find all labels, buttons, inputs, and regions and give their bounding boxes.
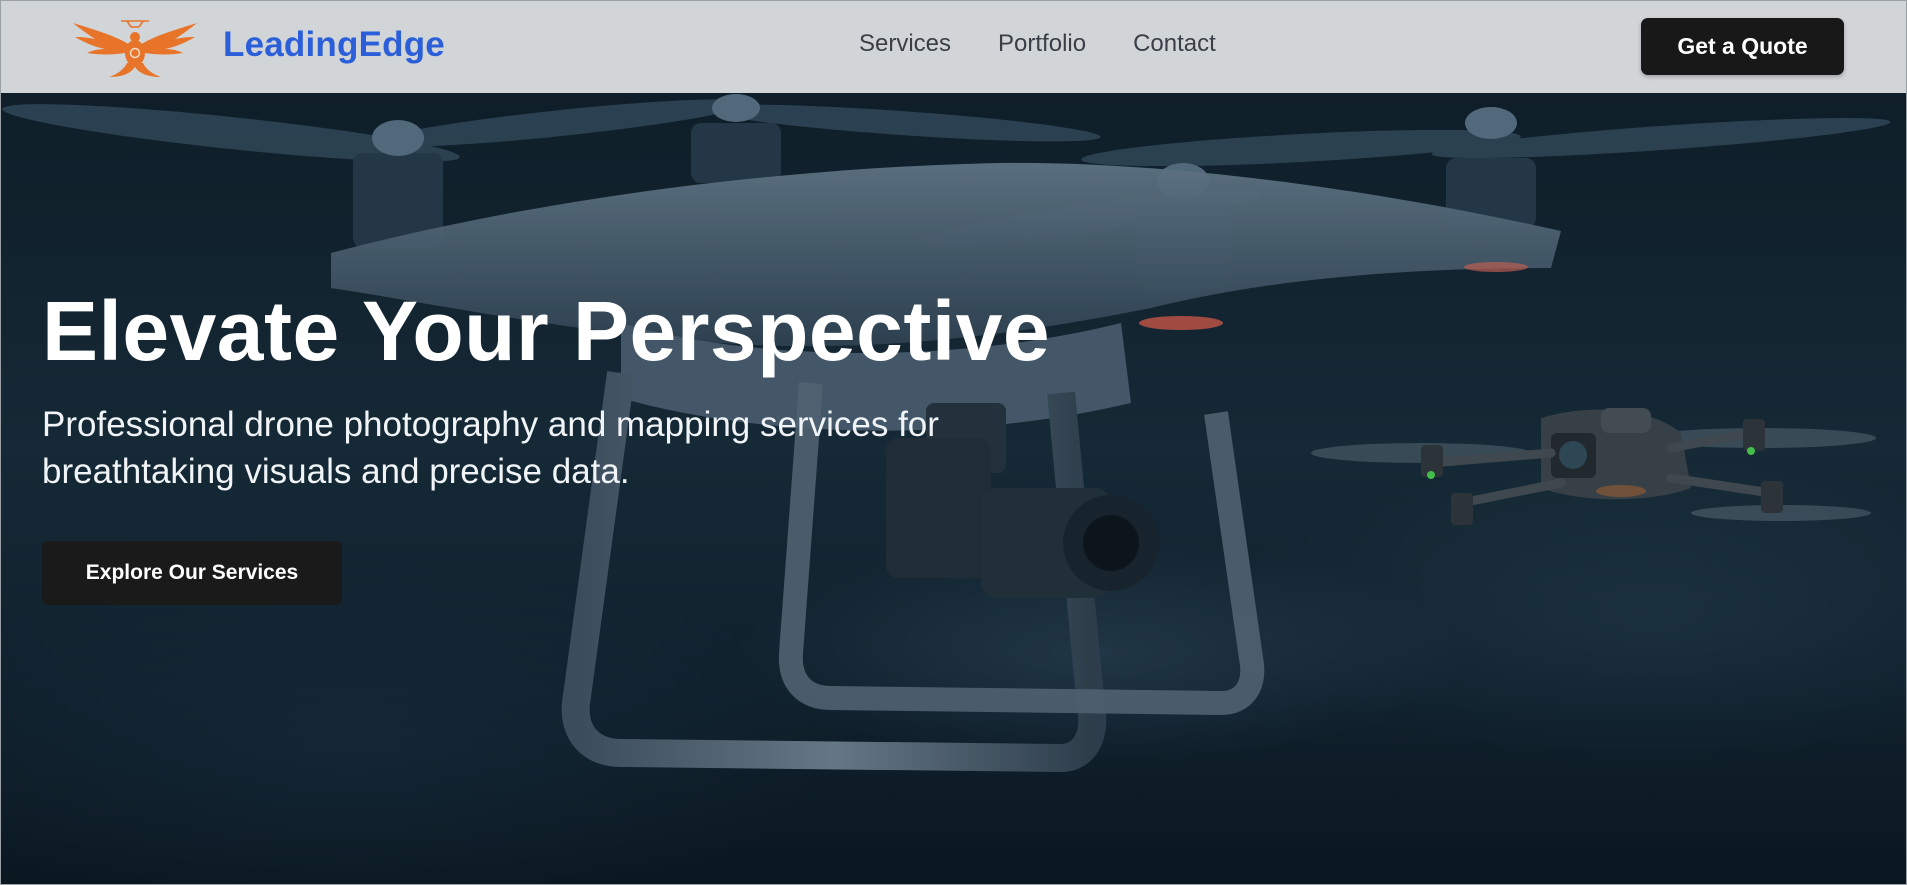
brand-name[interactable]: LeadingEdge: [223, 25, 445, 65]
nav-link-portfolio[interactable]: Portfolio: [998, 30, 1086, 58]
hero-subtitle: Professional drone photography and mappi…: [42, 405, 939, 491]
main-nav: Services Portfolio Contact: [859, 30, 1216, 58]
hero-section: Elevate Your Perspective Professional dr…: [1, 93, 1906, 884]
page: LeadingEdge Services Portfolio Contact G…: [0, 0, 1907, 885]
navbar: LeadingEdge Services Portfolio Contact G…: [1, 1, 1906, 93]
explore-services-button[interactable]: Explore Our Services: [42, 541, 342, 605]
eagle-logo-icon[interactable]: [69, 17, 201, 79]
nav-link-services[interactable]: Services: [859, 30, 951, 58]
nav-link-contact[interactable]: Contact: [1133, 30, 1216, 58]
hero-title: Elevate Your Perspective: [42, 284, 1051, 378]
get-quote-button[interactable]: Get a Quote: [1641, 18, 1844, 75]
